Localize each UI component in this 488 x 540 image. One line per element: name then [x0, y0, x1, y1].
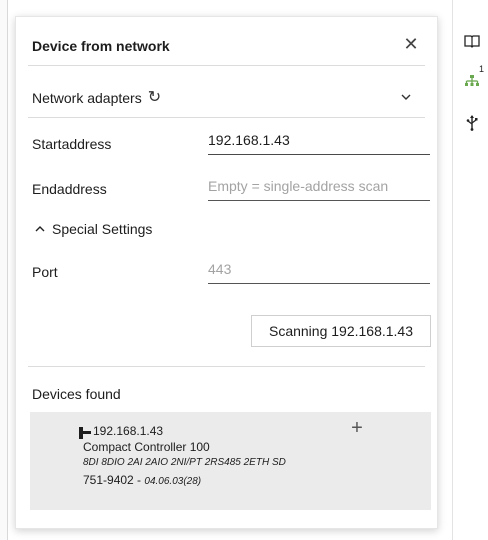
left-panel-edge	[0, 0, 8, 540]
add-device-icon[interactable]: +	[347, 418, 367, 438]
close-icon[interactable]: ✕	[401, 34, 421, 54]
app-window: 1 Device from network ✕ Network adapters…	[0, 0, 488, 540]
device-version: 04.06.03(28)	[144, 476, 202, 487]
scan-button[interactable]: Scanning 192.168.1.43	[251, 315, 431, 347]
network-adapters-label: Network adapters	[32, 90, 142, 106]
device-from-network-dialog: Device from network ✕ Network adapters ↻…	[15, 16, 438, 529]
divider	[28, 117, 425, 118]
port-input[interactable]: 443	[208, 261, 430, 284]
divider	[28, 366, 425, 367]
port-label: Port	[32, 264, 58, 280]
right-toolbar: 1	[452, 0, 488, 540]
endaddress-input[interactable]: Empty = single-address scan	[208, 178, 430, 201]
chevron-up-icon	[35, 226, 45, 232]
device-order-line: 751-9402 - 04.06.03(28)	[83, 473, 202, 487]
device-order-number: 751-9402	[83, 473, 134, 487]
dialog-header: Device from network ✕	[16, 17, 437, 63]
devices-found-list: 192.168.1.43 Compact Controller 100 8DI …	[30, 412, 431, 510]
startaddress-input[interactable]: 192.168.1.43	[208, 132, 430, 155]
device-icon	[79, 427, 91, 439]
special-settings-label: Special Settings	[52, 221, 153, 237]
dialog-title: Device from network	[32, 38, 170, 54]
device-description: 8DI 8DIO 2AI 2AIO 2NI/PT 2RS485 2ETH SD	[83, 457, 286, 468]
network-adapters-row[interactable]: Network adapters ↻	[32, 90, 161, 107]
startaddress-label: Startaddress	[32, 136, 112, 152]
divider	[28, 65, 425, 66]
endaddress-label: Endaddress	[32, 181, 107, 197]
refresh-icon[interactable]: ↻	[148, 90, 161, 106]
usb-icon[interactable]	[461, 112, 483, 134]
device-name: Compact Controller 100	[83, 440, 210, 454]
device-ip: 192.168.1.43	[93, 424, 164, 438]
special-settings-toggle[interactable]: Special Settings	[34, 221, 152, 237]
devices-found-label: Devices found	[32, 386, 121, 402]
network-badge: 1	[479, 64, 485, 74]
book-icon[interactable]	[461, 30, 483, 52]
chevron-down-icon[interactable]	[399, 90, 413, 104]
